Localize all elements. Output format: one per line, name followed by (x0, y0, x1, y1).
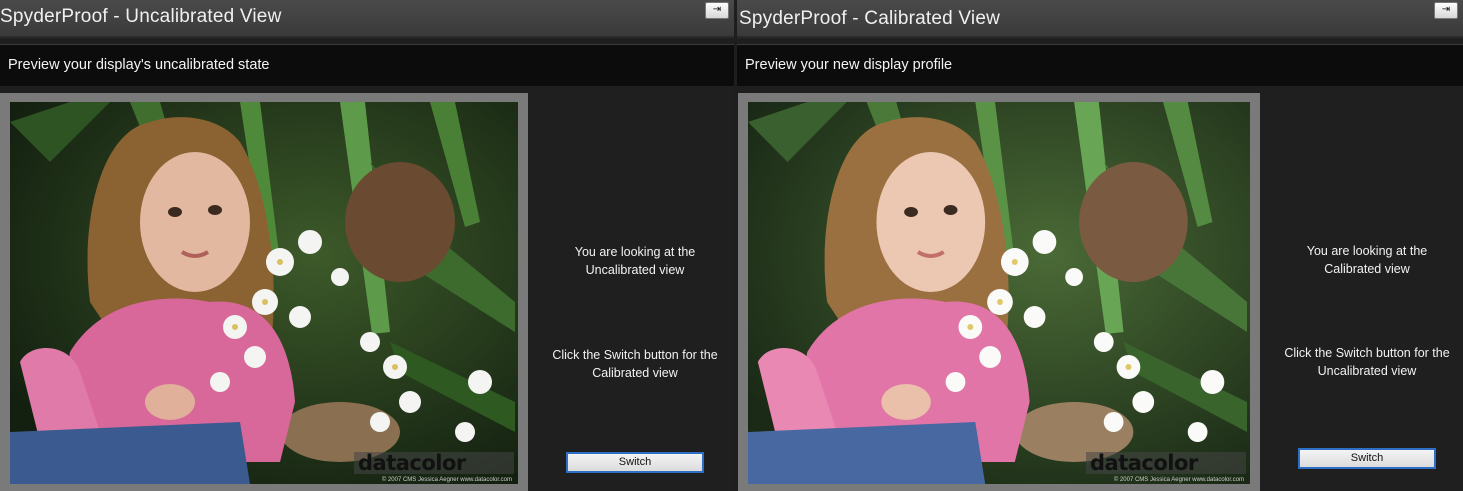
hint-line-2: Calibrated view (592, 366, 678, 380)
switch-button[interactable]: Switch (1298, 448, 1436, 469)
status-line-2: Uncalibrated view (585, 263, 685, 277)
uncalibrated-window: SpyderProof - Uncalibrated View ⇥ Previe… (0, 0, 734, 491)
photo-copyright: © 2007 CMS Jessica Aegner www.datacolor.… (381, 477, 512, 483)
hint-line-1: Click the Switch button for the (1284, 346, 1450, 360)
header-band: Preview your new display profile (737, 44, 1463, 86)
pin-icon[interactable]: ⇥ (705, 2, 729, 19)
status-line-1: You are looking at the (574, 245, 696, 259)
hint-line-1: Click the Switch button for the (552, 348, 718, 362)
hint-text: Click the Switch button for the Uncalibr… (1267, 344, 1463, 380)
photo-copyright: © 2007 CMS Jessica Aegner www.datacolor.… (1113, 477, 1244, 483)
photo-frame: datacolor © 2007 CMS Jessica Aegner www.… (0, 93, 528, 491)
hint-line-2: Uncalibrated view (1317, 364, 1417, 378)
status-text: You are looking at the Calibrated view (1267, 242, 1463, 278)
switch-button[interactable]: Switch (566, 452, 704, 473)
datacolor-logo-text: datacolor (358, 451, 466, 475)
datacolor-logo: datacolor (1086, 451, 1246, 475)
sample-photo-image (748, 102, 1250, 484)
window-title: SpyderProof - Uncalibrated View (0, 6, 282, 27)
datacolor-logo: datacolor (354, 451, 514, 475)
window-title: SpyderProof - Calibrated View (739, 8, 1001, 29)
photo-frame: datacolor © 2007 CMS Jessica Aegner www.… (738, 93, 1260, 491)
status-line-2: Calibrated view (1324, 262, 1410, 276)
sample-photo: datacolor © 2007 CMS Jessica Aegner www.… (10, 102, 518, 484)
title-bar[interactable]: SpyderProof - Calibrated View ⇥ (737, 0, 1463, 38)
status-text: You are looking at the Uncalibrated view (535, 243, 734, 279)
header-band: Preview your display's uncalibrated stat… (0, 44, 734, 86)
sample-photo-image (10, 102, 518, 484)
pin-icon[interactable]: ⇥ (1434, 2, 1458, 19)
status-line-1: You are looking at the (1306, 244, 1428, 258)
sample-photo: datacolor © 2007 CMS Jessica Aegner www.… (748, 102, 1250, 484)
title-bar[interactable]: SpyderProof - Uncalibrated View ⇥ (0, 0, 734, 38)
header-text: Preview your display's uncalibrated stat… (8, 57, 270, 73)
header-text: Preview your new display profile (745, 57, 953, 73)
calibrated-window: SpyderProof - Calibrated View ⇥ Preview … (737, 0, 1463, 491)
datacolor-logo-text: datacolor (1090, 451, 1198, 475)
hint-text: Click the Switch button for the Calibrat… (535, 346, 734, 382)
